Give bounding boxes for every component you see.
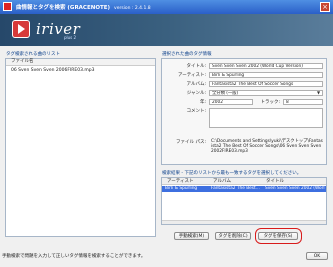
- artist-field[interactable]: Birli & Spurling: [209, 72, 323, 78]
- right-panel-label: 選択された曲のタグ情報: [162, 52, 212, 57]
- title-bar: 曲情報とタグを検索 (GRACENOTE) version : 2.4.1.8 ×: [0, 0, 333, 14]
- tag-delete-button[interactable]: タグを削除(C): [215, 232, 251, 240]
- file-path-text: C:\Documents and Settings\yuki\デスクトップ\Fa…: [211, 139, 323, 154]
- title-label: タイトル:: [186, 64, 206, 69]
- track-label: トラック:: [260, 100, 280, 105]
- iriver-logo-icon: [12, 20, 30, 38]
- chevron-down-icon[interactable]: ▼: [316, 91, 321, 95]
- left-panel-label: タグ検索される曲のリスト: [6, 52, 60, 57]
- save-highlight-outline: [255, 228, 302, 244]
- status-text: 手動検索で問題を入力して正しいタグ情報を検索することができます。: [2, 254, 146, 259]
- album-field[interactable]: Fantasista2 The Best Of Soccer Songs: [209, 81, 323, 87]
- results-grid[interactable]: アーティスト アルバム タイトル Birli & Spurling Fantas…: [161, 177, 327, 225]
- banner: iriver plus 2: [0, 14, 333, 46]
- genre-select[interactable]: 全分類 (一般) ▼: [209, 90, 323, 96]
- result-album: Fantasista2 The Best...: [211, 186, 260, 191]
- results-header: アーティスト アルバム タイトル: [162, 178, 326, 185]
- comment-label: コメント:: [186, 109, 206, 114]
- gracenote-window: 曲情報とタグを検索 (GRACENOTE) version : 2.4.1.8 ×…: [0, 0, 333, 267]
- tag-info-panel: タイトル: Sven Sven Sven 2002 (World Cup Ver…: [161, 58, 327, 165]
- file-list-item[interactable]: 06 Sven Sven Sven 2006FIRE03.mp3: [6, 67, 155, 74]
- path-label: ファイル パス:: [176, 140, 206, 145]
- genre-value: 全分類 (一般): [212, 91, 239, 96]
- file-list[interactable]: ファイル名 06 Sven Sven Sven 2006FIRE03.mp3: [5, 58, 156, 237]
- version-text: version : 2.4.1.8: [114, 6, 151, 11]
- logo-sub: plus 2: [64, 35, 77, 40]
- close-icon[interactable]: ×: [320, 2, 330, 12]
- table-row[interactable]: Birli & Spurling Fantasista2 The Best...…: [162, 186, 326, 192]
- results-label: 検索結果 - 下記のリストから最も一致するタグを選択してください。: [162, 171, 302, 176]
- results-col-album[interactable]: アルバム: [213, 178, 231, 185]
- ok-button[interactable]: OK: [306, 252, 328, 260]
- file-column-header[interactable]: ファイル名: [6, 59, 155, 66]
- window-title-text: 曲情報とタグを検索 (GRACENOTE): [16, 5, 111, 11]
- result-artist: Birli & Spurling: [165, 186, 198, 191]
- results-col-title[interactable]: タイトル: [266, 178, 284, 185]
- app-icon: [3, 2, 12, 11]
- comment-field[interactable]: [209, 108, 323, 128]
- title-field[interactable]: Sven Sven Sven 2002 (World Cup Version): [209, 63, 323, 69]
- manual-search-button[interactable]: 手動検索(M): [174, 232, 209, 240]
- horizontal-scrollbar[interactable]: [162, 220, 326, 224]
- result-title: Sven Sven Sven 2002 (Worl...: [265, 186, 325, 191]
- genre-label: ジャンル:: [186, 91, 206, 96]
- album-label: アルバム:: [186, 82, 206, 87]
- track-field[interactable]: 8: [283, 99, 323, 105]
- results-col-artist[interactable]: アーティスト: [167, 178, 193, 185]
- artist-label: アーティスト:: [178, 73, 206, 78]
- year-label: 年:: [199, 100, 206, 105]
- window-title: 曲情報とタグを検索 (GRACENOTE) version : 2.4.1.8: [16, 3, 151, 11]
- year-field[interactable]: 2002: [209, 99, 253, 105]
